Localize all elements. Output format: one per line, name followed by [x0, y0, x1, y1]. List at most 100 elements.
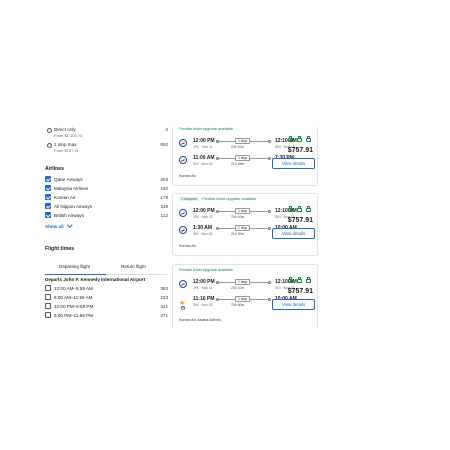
checkbox-unchecked[interactable] — [45, 303, 51, 309]
active-tab-indicator — [45, 273, 106, 275]
checked-bag-icon — [305, 206, 312, 213]
route-dot — [215, 209, 219, 213]
airline-filter-ana[interactable]: All Nippon Airways 119 — [44, 203, 168, 210]
route-dot — [215, 280, 219, 284]
view-details-button[interactable]: View details — [272, 158, 315, 169]
stops-price: From $1,105.73 — [54, 133, 83, 138]
time-filter-early[interactable]: 12:00 AM–5:59 AM 393 — [44, 285, 168, 292]
checkbox-unchecked[interactable] — [45, 312, 51, 318]
time-count: 321 — [160, 303, 168, 309]
carry-on-bag-icon — [296, 136, 303, 143]
personal-item-icon — [287, 206, 294, 213]
checkbox-unchecked[interactable] — [45, 285, 51, 291]
airline-count: 179 — [160, 194, 168, 200]
route-dot — [215, 139, 219, 143]
carry-on-bag-icon — [296, 206, 303, 213]
airline-filter-korean[interactable]: Korean Air 179 — [44, 194, 168, 201]
time-filter-afternoon[interactable]: 12:00 PM–5:59 PM 321 — [44, 303, 168, 310]
flight-search-page: Direct only 4 From $1,105.73 1 stop max … — [0, 127, 450, 328]
checkbox-unchecked[interactable] — [45, 294, 51, 300]
route-dot — [267, 280, 271, 284]
route-dot — [267, 226, 271, 230]
stops-pill: 1 stop — [235, 155, 251, 161]
flexible-ticket-badge: Flexible ticket upgrade available — [179, 268, 234, 272]
departure-airport-date: JFK · Nov 11 — [193, 286, 213, 290]
radio-button[interactable] — [47, 142, 52, 148]
checked-bag-icon — [305, 136, 312, 143]
stops-price: From $757.91 — [54, 148, 79, 153]
tab-departing-flight[interactable]: Departing flight — [59, 264, 90, 269]
airline-name: Korean Air, Asiana Airlines — [179, 318, 221, 322]
checkbox-checked[interactable] — [45, 203, 51, 209]
view-details-button[interactable]: View details — [272, 228, 315, 239]
badges: Cheapest Flexible ticket upgrade availab… — [179, 197, 256, 201]
mixed-airlines-logo-icon — [179, 297, 187, 311]
flight-result-card[interactable]: Flexible ticket upgrade available 12:00 … — [172, 264, 318, 328]
outbound-leg: 12:00 PM JFK · Nov 11 1 stop 23h 10m 12:… — [179, 208, 297, 221]
checked-bag-icon — [305, 277, 312, 284]
flight-result-card[interactable]: Cheapest Flexible ticket upgrade availab… — [172, 193, 318, 256]
korean-air-logo-icon — [179, 139, 187, 147]
radio-button[interactable] — [47, 127, 52, 133]
departs-airport-heading: Departs John F. Kennedy International Ai… — [45, 277, 146, 282]
airline-label: All Nippon Airways — [54, 203, 93, 209]
departure-time: 12:00 PM — [193, 138, 215, 144]
time-filter-evening[interactable]: 6:00 PM–11:59 PM 371 — [44, 312, 168, 319]
return-leg: 11:10 PM SIN · Nov 18 1 stop 23h 50m 10:… — [179, 296, 297, 311]
stops-pill: 1 stop — [235, 208, 251, 214]
korean-air-logo-icon — [179, 156, 187, 164]
stops-option-direct[interactable]: Direct only 4 From $1,105.73 — [44, 127, 168, 141]
time-label: 6:00 AM–11:59 AM — [54, 294, 93, 300]
departure-airport-date: SIN · Nov 18 — [193, 162, 213, 166]
badges: Flexible ticket upgrade available — [179, 268, 233, 272]
duration: 21h 30m — [231, 232, 245, 236]
airline-filter-qatar[interactable]: Qatar Airways 203 — [44, 176, 168, 183]
route-dot — [267, 297, 271, 301]
route-dot — [267, 209, 271, 213]
tab-return-flight[interactable]: Return flight — [121, 264, 146, 269]
airline-count: 203 — [160, 176, 168, 182]
baggage-icons — [287, 206, 312, 214]
checkbox-checked[interactable] — [45, 185, 51, 191]
stops-pill: 1 stop — [235, 138, 251, 144]
return-leg: 1:30 AM SIN · Nov 18 1 stop 21h 30m 10:0… — [179, 225, 297, 238]
stops-pill: 1 stop — [235, 296, 251, 302]
badges: Flexible ticket upgrade available — [179, 127, 233, 131]
checkbox-checked[interactable] — [45, 194, 51, 200]
baggage-icons — [287, 277, 312, 285]
airline-name: Korean Air — [179, 174, 196, 178]
duration: 21h 45m — [231, 162, 245, 166]
airline-filter-malaysia[interactable]: Malaysia Airlines 192 — [44, 185, 168, 192]
flexible-ticket-badge: Flexible ticket upgrade available — [202, 197, 257, 201]
duration: 23h 10m — [231, 145, 245, 149]
route-dot — [215, 226, 219, 230]
view-details-button[interactable]: View details — [272, 299, 315, 310]
duration: 23h 10m — [231, 286, 245, 290]
price: $757.91 — [287, 147, 313, 154]
stops-option-one-stop[interactable]: 1 stop max 692 From $757.91 — [44, 142, 168, 156]
airlines-heading: Airlines — [45, 166, 65, 172]
korean-air-logo-icon — [179, 226, 187, 234]
checkbox-checked[interactable] — [45, 176, 51, 182]
route-dot — [267, 156, 271, 160]
time-count: 223 — [160, 294, 168, 300]
checkbox-checked[interactable] — [45, 212, 51, 218]
korean-air-logo-icon — [179, 209, 187, 217]
time-filter-morning[interactable]: 6:00 AM–11:59 AM 223 — [44, 294, 168, 301]
carry-on-bag-icon — [296, 277, 303, 284]
chevron-down-icon — [67, 222, 73, 228]
stops-count: 692 — [160, 142, 168, 147]
airline-filter-british[interactable]: British Airways 112 — [44, 212, 168, 219]
show-all-airlines-link[interactable]: Show all — [45, 222, 73, 229]
filters-sidebar: Direct only 4 From $1,105.73 1 stop max … — [44, 127, 168, 328]
flight-results-list: Flexible ticket upgrade available 12:00 … — [172, 127, 322, 328]
return-leg: 11:00 AM SIN · Nov 18 1 stop 21h 45m 7:3… — [179, 155, 295, 168]
time-count: 371 — [160, 312, 168, 318]
flight-result-card[interactable]: Flexible ticket upgrade available 12:00 … — [172, 127, 318, 186]
cheapest-badge: Cheapest — [179, 197, 200, 201]
outbound-leg: 12:00 PM JFK · Nov 11 1 stop 23h 10m 12:… — [179, 279, 297, 292]
baggage-icons — [287, 136, 312, 144]
departure-time: 11:10 PM — [193, 296, 215, 302]
route-dot — [215, 297, 219, 301]
time-label: 12:00 AM–5:59 AM — [54, 285, 93, 291]
